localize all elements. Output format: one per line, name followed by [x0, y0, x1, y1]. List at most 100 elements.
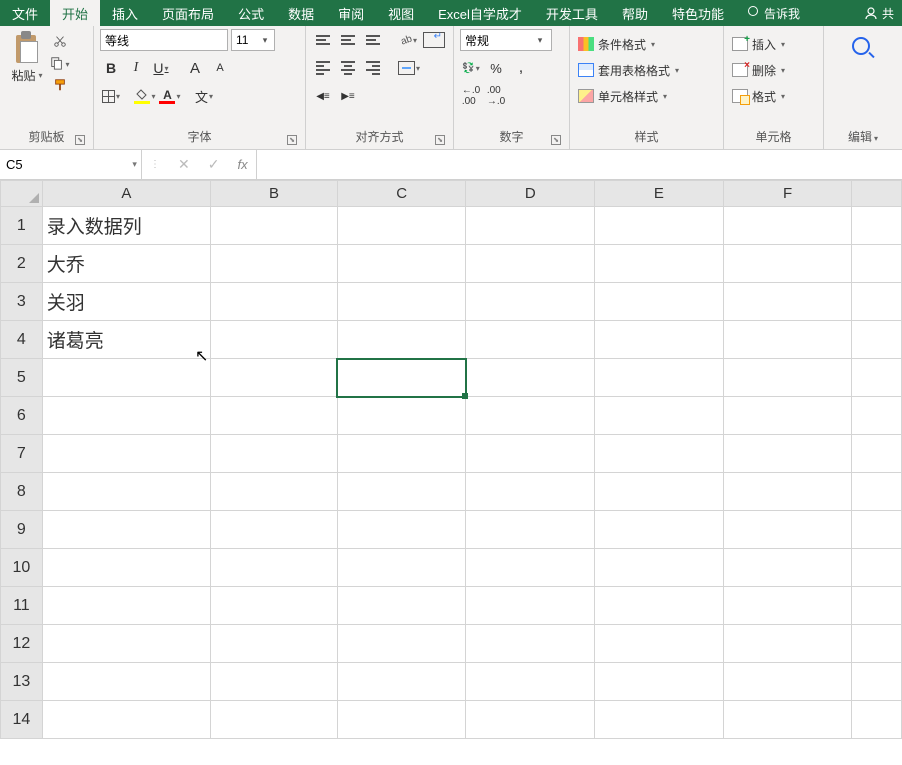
cell-F4[interactable] — [723, 321, 852, 359]
cell-F8[interactable] — [723, 473, 852, 511]
orientation-button[interactable]: ab▾ — [398, 29, 420, 51]
dialog-launcher-icon[interactable]: ⬊ — [551, 135, 561, 145]
col-header-B[interactable]: B — [211, 181, 338, 207]
cell-E5[interactable] — [595, 359, 724, 397]
cell-A1[interactable]: 录入数据列 — [42, 207, 210, 245]
spreadsheet-grid[interactable]: ABCDEF1录入数据列2大乔3关羽4诸葛亮567891011121314 ↖ — [0, 180, 902, 765]
cancel-button[interactable]: ✕ — [178, 156, 190, 173]
cell-styles-button[interactable]: 单元格样式▾ — [576, 85, 669, 107]
cut-button[interactable] — [50, 33, 70, 51]
cell-D2[interactable] — [466, 245, 595, 283]
number-format-input[interactable] — [461, 33, 533, 47]
row-header-2[interactable]: 2 — [1, 245, 43, 283]
align-top-button[interactable] — [312, 29, 334, 51]
cell-C1[interactable] — [337, 207, 466, 245]
row-header-4[interactable]: 4 — [1, 321, 43, 359]
cell-C11[interactable] — [337, 587, 466, 625]
cell-extra-13[interactable] — [852, 663, 902, 701]
cell-B3[interactable] — [211, 283, 338, 321]
italic-button[interactable]: I — [125, 57, 147, 79]
increase-indent-button[interactable]: ▶≡ — [337, 85, 359, 107]
cell-E9[interactable] — [595, 511, 724, 549]
chevron-down-icon[interactable]: ▾ — [533, 35, 547, 46]
cell-extra-9[interactable] — [852, 511, 902, 549]
cell-D4[interactable] — [466, 321, 595, 359]
cell-A7[interactable] — [42, 435, 210, 473]
cell-F1[interactable] — [723, 207, 852, 245]
cell-F12[interactable] — [723, 625, 852, 663]
copy-button[interactable]: ▾ — [50, 55, 70, 73]
cell-A5[interactable] — [42, 359, 210, 397]
cell-A9[interactable] — [42, 511, 210, 549]
insert-button[interactable]: 插入▾ — [730, 33, 787, 55]
row-header-10[interactable]: 10 — [1, 549, 43, 587]
cell-extra-10[interactable] — [852, 549, 902, 587]
row-header-5[interactable]: 5 — [1, 359, 43, 397]
cell-F13[interactable] — [723, 663, 852, 701]
cell-A10[interactable] — [42, 549, 210, 587]
cell-D3[interactable] — [466, 283, 595, 321]
row-header-7[interactable]: 7 — [1, 435, 43, 473]
cell-A14[interactable] — [42, 701, 210, 739]
cell-C2[interactable] — [337, 245, 466, 283]
comma-button[interactable]: , — [510, 57, 532, 79]
decrease-decimal-button[interactable]: .00→.0 — [485, 85, 507, 107]
font-name-combo[interactable]: ▾ — [100, 29, 228, 51]
tab-review[interactable]: 审阅 — [326, 0, 376, 26]
cell-A4[interactable]: 诸葛亮 — [42, 321, 210, 359]
cell-E8[interactable] — [595, 473, 724, 511]
cell-C4[interactable] — [337, 321, 466, 359]
col-header-D[interactable]: D — [466, 181, 595, 207]
cell-E10[interactable] — [595, 549, 724, 587]
fx-button[interactable]: fx — [237, 157, 247, 172]
dialog-launcher-icon[interactable]: ⬊ — [287, 135, 297, 145]
chevron-down-icon[interactable]: ▾ — [128, 159, 141, 170]
cell-E3[interactable] — [595, 283, 724, 321]
decrease-indent-button[interactable]: ◀≡ — [312, 85, 334, 107]
cell-extra-4[interactable] — [852, 321, 902, 359]
dialog-launcher-icon[interactable]: ⬊ — [435, 135, 445, 145]
cell-extra-5[interactable] — [852, 359, 902, 397]
cell-B5[interactable] — [211, 359, 338, 397]
cell-C3[interactable] — [337, 283, 466, 321]
cell-E13[interactable] — [595, 663, 724, 701]
cell-extra-14[interactable] — [852, 701, 902, 739]
cell-B11[interactable] — [211, 587, 338, 625]
cell-C14[interactable] — [337, 701, 466, 739]
align-center-button[interactable] — [337, 57, 359, 79]
delete-button[interactable]: 删除▾ — [730, 59, 787, 81]
cell-E7[interactable] — [595, 435, 724, 473]
cell-D8[interactable] — [466, 473, 595, 511]
row-header-9[interactable]: 9 — [1, 511, 43, 549]
col-header-F[interactable]: F — [723, 181, 852, 207]
cell-F14[interactable] — [723, 701, 852, 739]
align-bottom-button[interactable] — [362, 29, 384, 51]
select-all-corner[interactable] — [1, 181, 43, 207]
paste-button[interactable]: 粘贴▾ — [6, 29, 48, 84]
cell-A6[interactable] — [42, 397, 210, 435]
cell-D10[interactable] — [466, 549, 595, 587]
row-header-1[interactable]: 1 — [1, 207, 43, 245]
accounting-button[interactable]: 💱▾ — [460, 57, 482, 79]
cell-F6[interactable] — [723, 397, 852, 435]
cell-B7[interactable] — [211, 435, 338, 473]
col-header-A[interactable]: A — [42, 181, 210, 207]
format-as-table-button[interactable]: 套用表格格式▾ — [576, 59, 681, 81]
cell-F2[interactable] — [723, 245, 852, 283]
cell-E2[interactable] — [595, 245, 724, 283]
cell-C7[interactable] — [337, 435, 466, 473]
find-button[interactable] — [852, 37, 874, 59]
align-left-button[interactable] — [312, 57, 334, 79]
cell-A2[interactable]: 大乔 — [42, 245, 210, 283]
tab-view[interactable]: 视图 — [376, 0, 426, 26]
format-button[interactable]: 格式▾ — [730, 85, 787, 107]
row-header-6[interactable]: 6 — [1, 397, 43, 435]
cell-E4[interactable] — [595, 321, 724, 359]
cell-B12[interactable] — [211, 625, 338, 663]
decrease-font-button[interactable]: A — [209, 57, 231, 79]
tell-me[interactable]: 告诉我 — [736, 0, 810, 26]
number-format-combo[interactable]: ▾ — [460, 29, 552, 51]
merge-button[interactable]: ▾ — [398, 57, 420, 79]
dialog-launcher-icon[interactable]: ⬊ — [75, 135, 85, 145]
row-header-14[interactable]: 14 — [1, 701, 43, 739]
